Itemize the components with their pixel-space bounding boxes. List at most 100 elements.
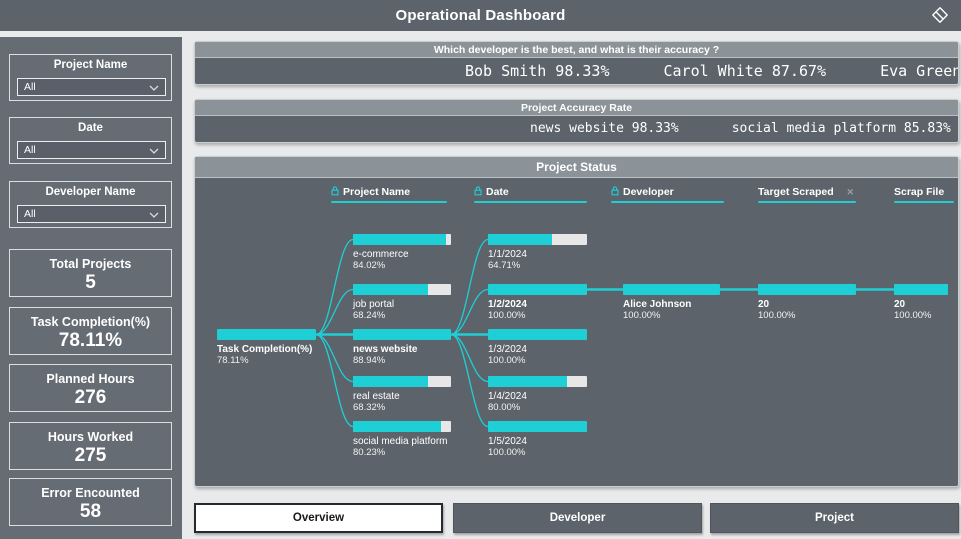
node-bar [623,284,720,295]
panel-title: Project Accuracy Rate [520,101,633,114]
tree-level-label: Developer [623,186,674,198]
tree-level-target-scraped[interactable]: Target Scraped ✕ [758,185,856,203]
level-underline [611,201,724,203]
kpi-value: 275 [74,445,107,466]
node-label: job portal [353,299,395,310]
tree-node[interactable]: Task Completion(%) 78.11% [217,329,316,366]
node-label: e-commerce [353,249,409,260]
node-bar-fill [894,284,948,295]
developer-accuracy-panel: Which developer is the best, and what is… [194,41,959,85]
tree-node[interactable]: social media platform 80.23% [353,421,451,458]
node-label: social media platform [353,436,448,447]
node-label: 20 [894,299,906,310]
kpi-label: Error Encounted [41,486,140,500]
tree-level-label: Project Name [343,186,411,198]
tree-node[interactable]: 1/3/2024 100.00% [488,329,587,366]
project-accuracy-panel: Project Accuracy Rate news website 98.33… [194,99,959,143]
tree-node[interactable]: e-commerce 84.02% [353,234,451,271]
node-value: 100.00% [488,310,526,321]
ticker-item: social media platform 85.83% [731,121,951,136]
tree-node[interactable]: 1/5/2024 100.00% [488,421,587,458]
panel-header: Project Status [195,157,958,178]
tab-project[interactable]: Project [710,503,959,533]
node-bar-fill [353,376,429,387]
node-value: 88.94% [353,355,386,366]
tree-node[interactable]: 20 100.00% [894,284,948,321]
project-accuracy-ticker: news website 98.33% social media platform… [195,116,958,141]
remove-field-icon[interactable]: ✕ [844,187,856,198]
level-underline [894,201,954,203]
kpi-label: Planned Hours [46,372,135,386]
tree-node[interactable]: Alice Johnson 100.00% [623,284,720,321]
tree-node[interactable]: 20 100.00% [758,284,856,321]
node-value: 100.00% [758,310,796,321]
node-value: 68.24% [353,310,386,321]
tag-icon[interactable] [930,5,950,25]
kpi-value: 58 [79,501,102,522]
node-label: 1/2/2024 [488,299,527,310]
chevron-down-icon [149,205,159,223]
node-label: 1/3/2024 [488,344,527,355]
node-bar [758,284,856,295]
kpi-hours-worked: Hours Worked 275 [9,422,172,470]
dashboard-page: Operational Dashboard Project Name All D… [0,0,961,539]
node-value: 68.32% [353,402,386,413]
node-label: 1/1/2024 [488,249,527,260]
tree-node[interactable]: real estate 68.32% [353,376,451,413]
node-bar-fill [758,284,856,295]
kpi-error-encounted: Error Encounted 58 [9,478,172,526]
slicer-dropdown[interactable]: All [17,205,166,223]
lock-icon [611,183,619,201]
kpi-value: 78.11% [58,330,123,351]
tree-level-developer[interactable]: Developer ✕ [611,185,724,203]
panel-header: Which developer is the best, and what is… [195,42,958,58]
tree-node[interactable]: news website 88.94% [353,329,451,366]
app-header: Operational Dashboard [0,0,961,31]
slicer-developer-name: Developer Name All [9,181,172,228]
node-label: news website [353,344,418,355]
node-bar-fill [353,284,429,295]
tree-node[interactable]: 1/2/2024 100.00% [488,284,587,321]
slicer-label: Project Name [53,59,128,71]
node-value: 100.00% [488,447,526,458]
tree-level-scrap-file[interactable]: Scrap File ✕ [894,185,954,203]
node-bar-fill [488,234,553,245]
panel-title: Which developer is the best, and what is… [433,43,720,56]
slicer-dropdown[interactable]: All [17,141,166,159]
tab-developer[interactable]: Developer [453,503,702,533]
tree-node[interactable]: job portal 68.24% [353,284,451,321]
ticker-item: news website 98.33% [530,121,679,136]
node-value: 64.71% [488,260,521,271]
slicer-dropdown[interactable]: All [17,78,166,96]
tab-overview[interactable]: Overview [194,503,443,533]
node-bar [353,421,451,432]
node-value: 84.02% [353,260,386,271]
node-value: 78.11% [217,355,249,366]
ticker-item: Bob Smith 98.33% [465,61,610,80]
kpi-task-completion-: Task Completion(%) 78.11% [9,307,172,355]
tree-level-project-name[interactable]: Project Name ✕ [331,185,447,203]
page-title: Operational Dashboard [395,7,566,24]
tree-node[interactable]: 1/1/2024 64.71% [488,234,587,271]
kpi-value: 276 [74,387,107,408]
slicer-selected-value: All [24,144,36,156]
slicer-date: Date All [9,117,172,164]
node-label: Task Completion(%) [217,344,313,355]
project-status-panel: Project Status Project Name ✕ [194,156,959,487]
kpi-label: Hours Worked [47,430,134,444]
panel-header: Project Accuracy Rate [195,100,958,116]
tree-node[interactable]: 1/4/2024 80.00% [488,376,587,413]
level-underline [331,201,447,203]
slicer-label: Date [78,122,103,134]
panel-title: Project Status [536,160,617,174]
node-label: 20 [758,299,770,310]
node-bar [353,234,451,245]
node-bar [488,284,587,295]
level-underline [474,201,587,203]
ticker-item: Eva Green [880,61,958,80]
node-bar-fill [488,376,568,387]
tree-level-date[interactable]: Date ✕ [474,185,587,203]
node-bar-fill [217,329,316,340]
node-bar-fill [353,329,451,340]
node-label: Alice Johnson [623,299,692,310]
